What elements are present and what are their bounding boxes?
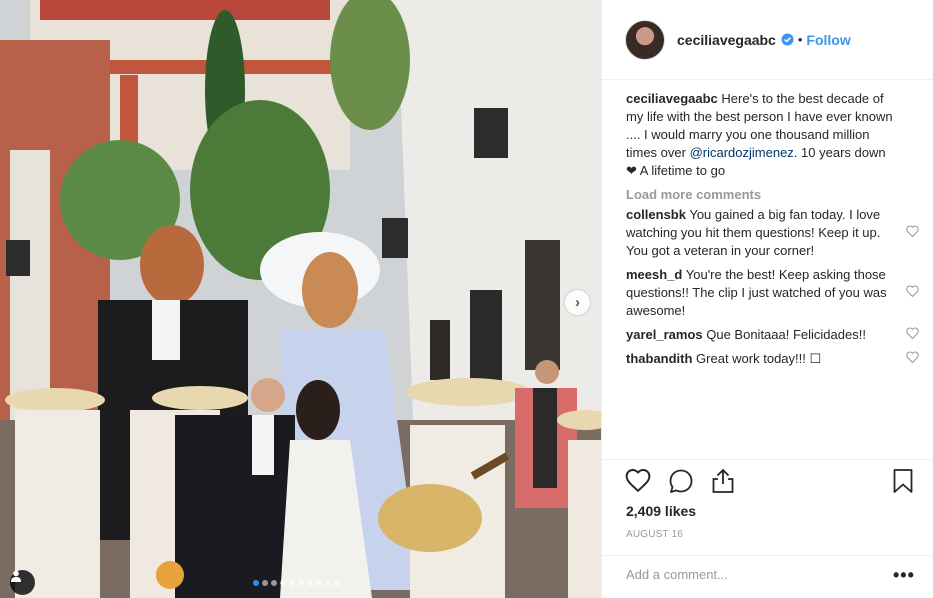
comment-author[interactable]: meesh_d bbox=[626, 267, 682, 282]
verified-badge-icon bbox=[781, 33, 794, 46]
caption: ceciliavegaabc Here's to the best decade… bbox=[626, 90, 922, 180]
comment-text: Que Bonitaaa! Felicidades!! bbox=[702, 327, 866, 342]
share-upload-icon[interactable] bbox=[711, 468, 735, 494]
comment-item: collensbk You gained a big fan today. I … bbox=[626, 206, 922, 260]
carousel-dot bbox=[253, 580, 259, 586]
more-options-button[interactable]: ••• bbox=[893, 566, 915, 584]
comment-text: Great work today!!! ☐ bbox=[692, 351, 822, 366]
post-photo[interactable]: › bbox=[0, 0, 601, 598]
carousel-dot bbox=[325, 580, 331, 586]
follow-button[interactable]: Follow bbox=[806, 32, 850, 48]
carousel-dot bbox=[271, 580, 277, 586]
carousel-dot bbox=[298, 580, 304, 586]
like-comment-heart-icon[interactable] bbox=[906, 350, 919, 368]
carousel-dot bbox=[262, 580, 268, 586]
like-comment-heart-icon[interactable] bbox=[906, 284, 919, 302]
comment-item: meesh_d You're the best! Keep asking tho… bbox=[626, 266, 922, 320]
carousel-dot bbox=[307, 580, 313, 586]
comment-item: thabandith Great work today!!! ☐ bbox=[626, 350, 922, 368]
load-more-comments-button[interactable]: Load more comments bbox=[626, 187, 922, 202]
avatar[interactable] bbox=[625, 19, 665, 60]
chevron-right-icon: › bbox=[575, 294, 580, 311]
post-date[interactable]: AUGUST 16 bbox=[626, 529, 683, 540]
caption-author[interactable]: ceciliavegaabc bbox=[626, 91, 718, 106]
carousel-dot bbox=[289, 580, 295, 586]
add-comment-input[interactable] bbox=[626, 567, 866, 582]
like-comment-heart-icon[interactable] bbox=[906, 224, 919, 242]
next-photo-button[interactable]: › bbox=[565, 290, 590, 315]
like-comment-heart-icon[interactable] bbox=[906, 326, 919, 344]
post-side-panel: ceciliavegaabc • Follow ceciliavegaabc H… bbox=[601, 0, 933, 598]
caption-mention-link[interactable]: @ricardozjimenez bbox=[690, 145, 794, 160]
carousel-dot bbox=[334, 580, 340, 586]
carousel-dot bbox=[280, 580, 286, 586]
carousel-dot bbox=[316, 580, 322, 586]
comment-author[interactable]: thabandith bbox=[626, 351, 692, 366]
post-actions bbox=[625, 468, 735, 494]
comment-author[interactable]: collensbk bbox=[626, 207, 686, 222]
comments-section: ceciliavegaabc Here's to the best decade… bbox=[626, 90, 922, 368]
header-username[interactable]: ceciliavegaabc bbox=[677, 32, 776, 48]
carousel-indicator bbox=[253, 580, 340, 586]
bookmark-icon[interactable] bbox=[892, 468, 914, 497]
like-heart-icon[interactable] bbox=[625, 468, 651, 494]
post-header: ceciliavegaabc • Follow bbox=[602, 0, 933, 80]
actions-divider bbox=[602, 459, 933, 460]
header-separator: • bbox=[797, 32, 803, 47]
comment-author[interactable]: yarel_ramos bbox=[626, 327, 703, 342]
user-tags-button[interactable] bbox=[10, 570, 35, 595]
comment-item: yarel_ramos Que Bonitaaa! Felicidades!! bbox=[626, 326, 922, 344]
likes-count[interactable]: 2,409 likes bbox=[626, 503, 696, 519]
photo-illustration bbox=[0, 0, 601, 598]
comment-bubble-icon[interactable] bbox=[668, 468, 694, 494]
person-icon bbox=[11, 570, 21, 582]
